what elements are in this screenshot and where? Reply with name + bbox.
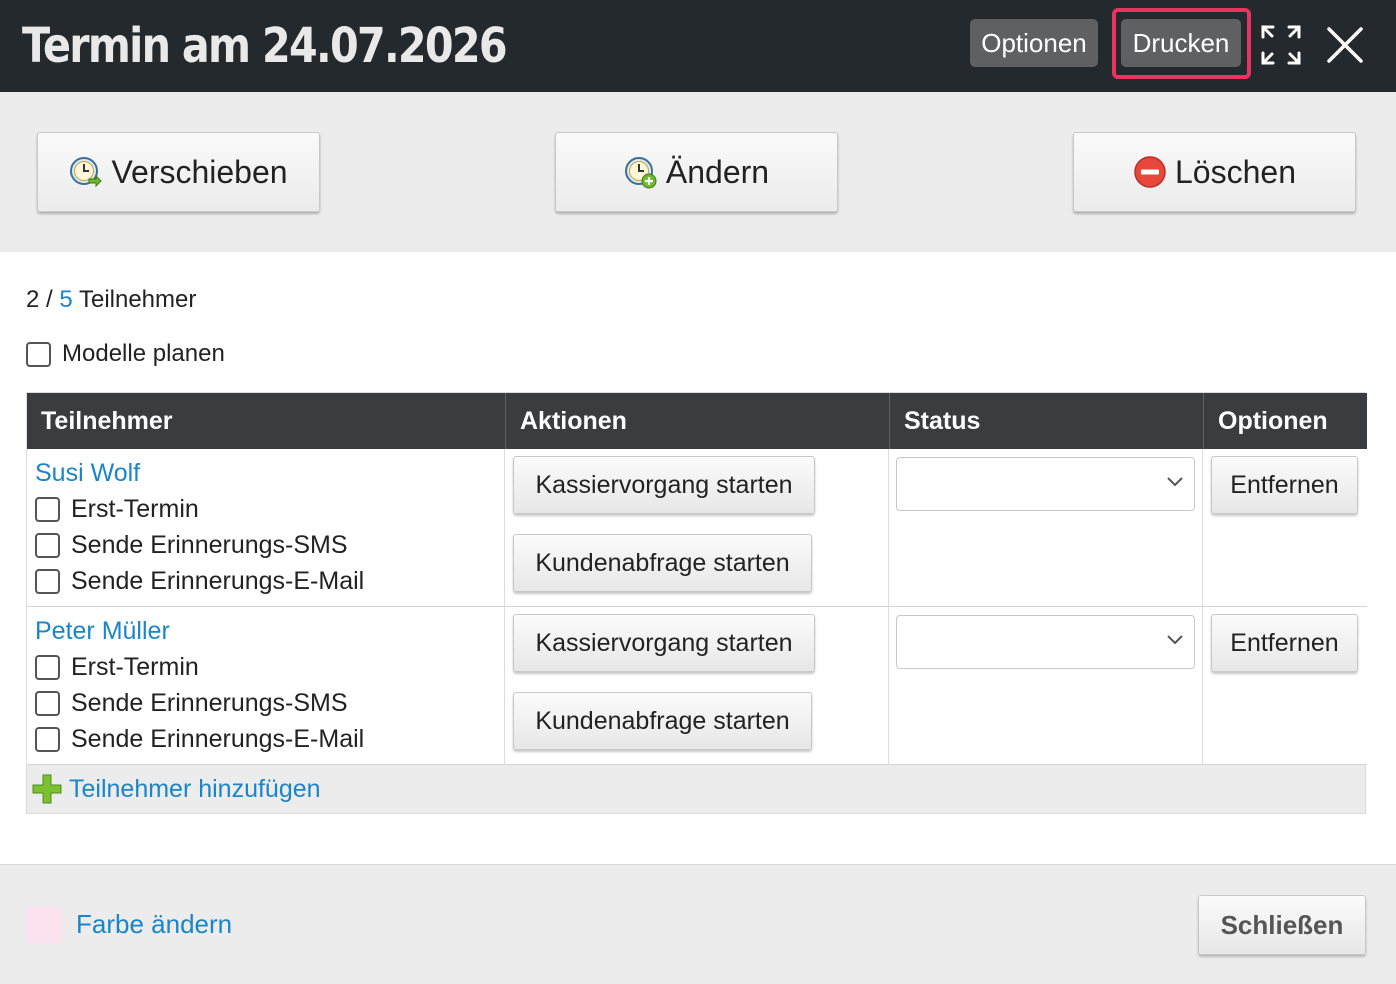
- clock-edit-icon: [624, 157, 657, 189]
- table-header: Teilnehmer Aktionen Status Optionen: [27, 393, 1367, 449]
- add-participant-link[interactable]: Teilnehmer hinzufügen: [69, 775, 321, 804]
- column-header-status: Status: [889, 393, 1203, 449]
- start-customer-query-button[interactable]: Kundenabfrage starten: [513, 534, 812, 592]
- send-email-checkbox[interactable]: [35, 569, 60, 594]
- send-email-option[interactable]: Sende Erinnerungs-E-Mail: [35, 725, 364, 754]
- plan-models-option[interactable]: Modelle planen: [26, 340, 225, 368]
- clock-move-icon: [70, 157, 103, 188]
- start-checkout-button[interactable]: Kassiervorgang starten: [513, 456, 815, 514]
- send-sms-checkbox[interactable]: [35, 533, 60, 558]
- column-divider: [888, 449, 889, 607]
- participant-count-label: Teilnehmer: [78, 286, 197, 313]
- send-sms-option[interactable]: Sende Erinnerungs-SMS: [35, 689, 348, 718]
- plan-models-checkbox[interactable]: [26, 341, 51, 367]
- first-appointment-checkbox[interactable]: [35, 497, 60, 522]
- first-appointment-label: Erst-Termin: [71, 653, 199, 681]
- move-button-label: Verschieben: [111, 153, 288, 190]
- chevron-down-icon: [1167, 635, 1183, 645]
- table-row: Susi Wolf Erst-Termin Sende Erinnerungs-…: [27, 449, 1367, 607]
- start-customer-query-button[interactable]: Kundenabfrage starten: [513, 692, 812, 750]
- options-button[interactable]: Optionen: [970, 19, 1098, 67]
- participants-table: Teilnehmer Aktionen Status Optionen Susi…: [26, 392, 1367, 814]
- change-color-link[interactable]: Farbe ändern: [76, 909, 232, 940]
- move-button[interactable]: Verschieben: [37, 132, 320, 212]
- first-appointment-checkbox[interactable]: [35, 655, 60, 680]
- column-divider: [1202, 607, 1203, 765]
- status-select[interactable]: [896, 615, 1195, 669]
- print-button[interactable]: Drucken: [1121, 19, 1241, 67]
- plan-models-label: Modelle planen: [62, 340, 225, 367]
- first-appointment-option[interactable]: Erst-Termin: [35, 495, 199, 524]
- edit-button[interactable]: Ändern: [555, 132, 838, 212]
- participant-count: 2 / 5 Teilnehmer: [26, 286, 196, 314]
- participant-count-separator: /: [46, 286, 53, 313]
- send-email-label: Sende Erinnerungs-E-Mail: [71, 567, 365, 595]
- start-checkout-button[interactable]: Kassiervorgang starten: [513, 614, 815, 672]
- status-select[interactable]: [896, 457, 1195, 511]
- column-divider: [504, 449, 505, 607]
- column-header-actions: Aktionen: [505, 393, 889, 449]
- remove-participant-button[interactable]: Entfernen: [1211, 456, 1358, 514]
- action-bar: Verschieben Ändern Löschen: [0, 92, 1396, 252]
- send-email-label: Sende Erinnerungs-E-Mail: [71, 725, 365, 753]
- column-header-options: Optionen: [1203, 393, 1367, 449]
- color-swatch[interactable]: [26, 907, 62, 943]
- add-participant-row[interactable]: Teilnehmer hinzufügen: [27, 765, 1365, 813]
- column-divider: [504, 607, 505, 765]
- send-email-option[interactable]: Sende Erinnerungs-E-Mail: [35, 567, 364, 596]
- first-appointment-option[interactable]: Erst-Termin: [35, 653, 199, 682]
- close-dialog-button[interactable]: Schließen: [1198, 895, 1366, 955]
- delete-button[interactable]: Löschen: [1073, 132, 1356, 212]
- table-row: Peter Müller Erst-Termin Sende Erinnerun…: [27, 607, 1367, 765]
- expand-icon[interactable]: [1260, 24, 1302, 66]
- participant-count-max[interactable]: 5: [59, 286, 72, 313]
- dialog-footer: Farbe ändern Schließen: [0, 864, 1396, 984]
- remove-participant-button[interactable]: Entfernen: [1211, 614, 1358, 672]
- dialog-title: Termin am 24.07.2026: [22, 18, 508, 74]
- send-email-checkbox[interactable]: [35, 727, 60, 752]
- send-sms-checkbox[interactable]: [35, 691, 60, 716]
- first-appointment-label: Erst-Termin: [71, 495, 199, 523]
- participant-name-link[interactable]: Susi Wolf: [35, 459, 140, 488]
- chevron-down-icon: [1167, 477, 1183, 487]
- column-divider: [888, 607, 889, 765]
- delete-icon: [1134, 156, 1166, 188]
- column-divider: [1202, 449, 1203, 607]
- participant-count-current: 2: [26, 286, 40, 313]
- column-header-participant: Teilnehmer: [41, 407, 173, 435]
- delete-button-label: Löschen: [1175, 153, 1296, 190]
- plus-icon: [32, 774, 62, 804]
- participant-name-link[interactable]: Peter Müller: [35, 617, 170, 646]
- close-icon[interactable]: [1326, 26, 1364, 64]
- send-sms-option[interactable]: Sende Erinnerungs-SMS: [35, 531, 348, 560]
- dialog-header: Termin am 24.07.2026 Optionen Drucken: [0, 0, 1396, 92]
- send-sms-label: Sende Erinnerungs-SMS: [71, 689, 348, 717]
- edit-button-label: Ändern: [665, 153, 770, 190]
- send-sms-label: Sende Erinnerungs-SMS: [71, 531, 348, 559]
